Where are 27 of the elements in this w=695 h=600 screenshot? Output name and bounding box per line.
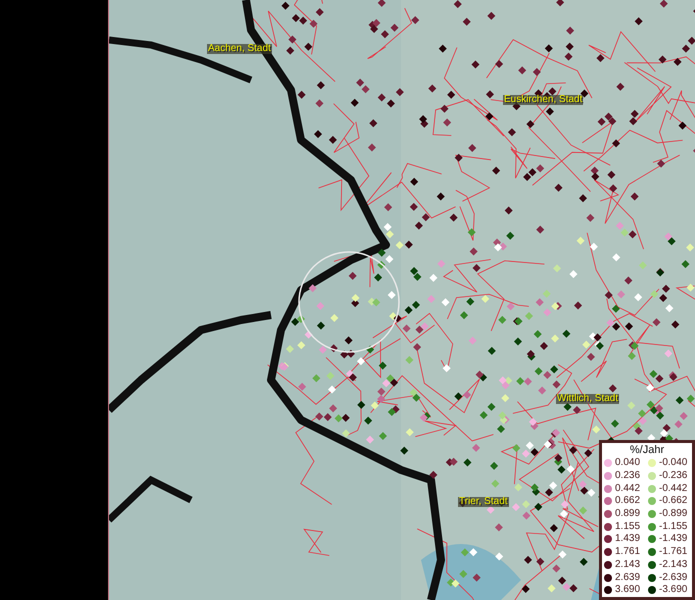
legend-value: 1.155 <box>615 522 640 532</box>
legend-value: 2.639 <box>615 572 640 583</box>
legend-value: -0.236 <box>659 471 688 482</box>
legend-value: -1.439 <box>659 534 688 544</box>
legend-value: -1.155 <box>659 522 688 532</box>
place-label: Trier, Stadt <box>458 497 509 507</box>
legend-value: -0.899 <box>659 509 688 520</box>
legend-value: 0.442 <box>615 484 640 494</box>
legend-value: 3.690 <box>615 585 640 596</box>
legend-value: -0.662 <box>659 496 688 506</box>
legend-value: -3.690 <box>659 585 688 596</box>
legend-value: 1.439 <box>615 534 640 544</box>
place-label: Euskirchen, Stadt <box>503 95 584 105</box>
legend-value: 0.899 <box>615 509 640 520</box>
place-label: Wittlich, Stadt <box>556 394 620 404</box>
legend-value: -1.761 <box>659 547 688 558</box>
legend-value: 1.761 <box>615 547 640 558</box>
legend-value: 2.143 <box>615 560 640 570</box>
place-label: Aachen, Stadt <box>207 44 272 54</box>
legend-value: -2.143 <box>659 560 688 570</box>
legend-value: 0.662 <box>615 496 640 506</box>
legend-value: 0.040 <box>615 458 640 468</box>
legend-value: -0.442 <box>659 484 688 494</box>
legend-value: 0.236 <box>615 471 640 482</box>
legend-value: -2.639 <box>659 572 688 583</box>
legend-title: %/Jahr <box>628 444 666 457</box>
legend-value: -0.040 <box>659 458 688 468</box>
